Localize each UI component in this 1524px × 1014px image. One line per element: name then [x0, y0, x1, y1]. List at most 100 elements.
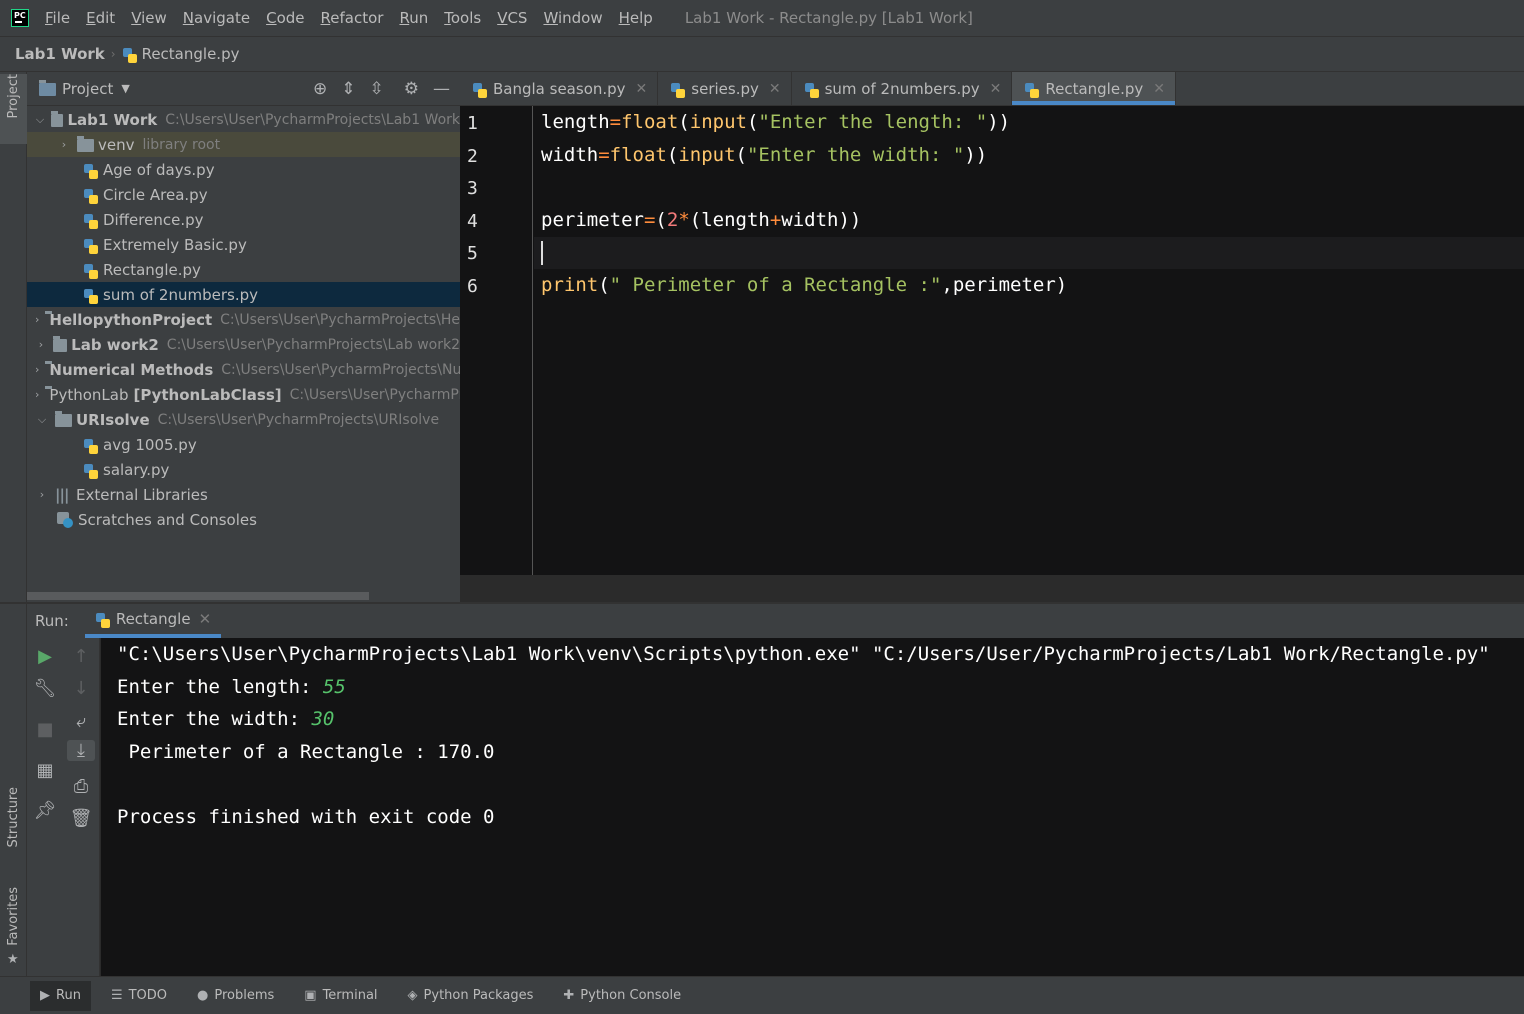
tab-bangla-season[interactable]: Bangla season.py ✕ [460, 72, 659, 105]
tree-item-hellopythonproject[interactable]: › HellopythonProject C:\Users\User\Pycha… [27, 307, 460, 332]
problems-tool-button[interactable]: ● Problems [187, 981, 284, 1011]
breadcrumb-project[interactable]: Lab1 Work [15, 45, 105, 63]
python-packages-tool-button[interactable]: ◈ Python Packages [398, 981, 544, 1011]
line-number: 2 [467, 146, 478, 167]
run-console[interactable]: "C:\Users\User\PycharmProjects\Lab1 Work… [101, 638, 1524, 976]
tree-item-venv[interactable]: › venv library root [27, 132, 460, 157]
run-tool-button[interactable]: ▶ Run [30, 980, 91, 1011]
chevron-right-icon[interactable]: › [35, 363, 39, 376]
chevron-right-icon[interactable]: › [57, 138, 71, 151]
code-token: = [609, 111, 622, 133]
tree-item-label: Scratches and Consoles [78, 510, 257, 529]
menu-edit[interactable]: Edit [86, 9, 115, 27]
tab-series[interactable]: series.py ✕ [658, 72, 792, 105]
console-result: Perimeter of a Rectangle : 170.0 [117, 741, 495, 763]
line-number-gutter: 1 2 3 4 5 6 [460, 106, 533, 575]
menu-tools[interactable]: Tools [444, 9, 481, 27]
menu-run[interactable]: Run [399, 9, 428, 27]
horizontal-scrollbar[interactable] [27, 592, 369, 600]
star-icon: ★ [7, 951, 19, 967]
console-user-input: 30 [311, 708, 335, 730]
menu-code[interactable]: Code [266, 9, 304, 27]
terminal-tool-button[interactable]: ▣ Terminal [294, 981, 387, 1011]
breadcrumb-file[interactable]: Rectangle.py [142, 45, 240, 63]
terminal-icon: ▣ [304, 988, 317, 1003]
menu-file[interactable]: File [45, 9, 70, 27]
hide-panel-icon[interactable]: — [433, 79, 450, 99]
tree-item-external-libraries[interactable]: › ||| External Libraries [27, 482, 460, 507]
tree-item-difference[interactable]: Difference.py [27, 207, 460, 232]
tree-item-scratches[interactable]: Scratches and Consoles [27, 507, 460, 532]
python-console-tool-button[interactable]: ✚ Python Console [553, 981, 691, 1011]
collapse-all-icon[interactable]: ⇳ [370, 79, 384, 99]
run-tab-rectangle[interactable]: Rectangle ✕ [84, 604, 222, 638]
code-token: ( [735, 144, 747, 166]
tree-item-age-of-days[interactable]: Age of days.py [27, 157, 460, 182]
text-caret [541, 241, 543, 265]
tree-item-pythonlab[interactable]: › PythonLab [PythonLabClass] C:\Users\Us… [27, 382, 460, 407]
menu-view[interactable]: View [131, 9, 167, 27]
code-line-6: print(" Perimeter of a Rectangle :",peri… [541, 274, 1067, 296]
menu-help[interactable]: Help [619, 9, 653, 27]
chevron-right-icon[interactable]: › [35, 338, 47, 351]
print-icon[interactable]: ⎙ [63, 776, 99, 797]
chevron-down-icon[interactable]: ⌵ [35, 413, 49, 427]
code-editor[interactable]: 1 2 3 4 5 6 length=float(input("Enter th… [460, 106, 1524, 575]
window-title: Lab1 Work - Rectangle.py [Lab1 Work] [684, 9, 973, 27]
tree-item-lab1-work[interactable]: ⌵ Lab1 Work C:\Users\User\PycharmProject… [27, 107, 460, 132]
stop-icon: ■ [36, 719, 54, 740]
chevron-down-icon[interactable]: ⌵ [35, 113, 45, 127]
locate-file-icon[interactable]: ⊕ [313, 79, 327, 99]
tree-item-extremely-basic[interactable]: Extremely Basic.py [27, 232, 460, 257]
project-view-selector[interactable]: Project [62, 80, 113, 98]
console-user-input: 55 [322, 676, 346, 698]
structure-tool-button[interactable]: Structure [0, 787, 27, 867]
tree-item-lab-work2[interactable]: › Lab work2 C:\Users\User\PycharmProject… [27, 332, 460, 357]
tab-rectangle[interactable]: Rectangle.py ✕ [1012, 72, 1176, 105]
tab-label: Bangla season.py [493, 79, 626, 98]
close-icon[interactable]: ✕ [990, 81, 1002, 97]
wrench-icon[interactable]: 🔧︎ [27, 678, 63, 699]
tree-item-circle-area[interactable]: Circle Area.py [27, 182, 460, 207]
favorites-tool-button[interactable]: Favorites ★ [0, 887, 27, 967]
chevron-right-icon[interactable]: › [35, 488, 49, 501]
pin-icon[interactable]: 📌︎ [27, 800, 63, 821]
soft-wrap-icon[interactable]: ⤶ [63, 711, 99, 732]
tree-item-avg-1005[interactable]: avg 1005.py [27, 432, 460, 457]
tree-item-numerical-methods[interactable]: › Numerical Methods C:\Users\User\Pychar… [27, 357, 460, 382]
chevron-right-icon[interactable]: › [35, 388, 39, 401]
scroll-to-end-icon[interactable]: ⤓ [67, 740, 95, 761]
expand-all-icon[interactable]: ⇕ [341, 79, 355, 99]
chevron-right-icon[interactable]: › [35, 313, 39, 326]
line-number: 6 [467, 276, 478, 297]
layout-icon[interactable]: ▦ [27, 760, 63, 781]
close-icon[interactable]: ✕ [769, 81, 781, 97]
close-icon[interactable]: ✕ [636, 81, 648, 97]
project-view-icon [39, 80, 56, 96]
python-file-icon [83, 438, 99, 455]
menu-navigate[interactable]: Navigate [183, 9, 250, 27]
rerun-icon[interactable]: ▶ [27, 646, 63, 667]
tab-sum-of-2numbers[interactable]: sum of 2numbers.py ✕ [792, 72, 1013, 105]
gear-icon[interactable]: ⚙ [404, 79, 419, 99]
menu-window[interactable]: Window [543, 9, 602, 27]
close-icon[interactable]: ✕ [199, 610, 212, 628]
line-number: 5 [467, 243, 478, 264]
menu-refactor[interactable]: Refactor [321, 9, 384, 27]
todo-tool-button[interactable]: ☰ TODO [101, 981, 177, 1011]
project-tool-button[interactable]: Project [0, 74, 27, 144]
trash-icon[interactable]: 🗑︎ [63, 808, 99, 829]
code-token: )) [987, 111, 1011, 133]
menu-vcs[interactable]: VCS [497, 9, 527, 27]
chevron-down-icon[interactable]: ▼ [121, 82, 129, 95]
tree-item-salary[interactable]: salary.py [27, 457, 460, 482]
tree-item-urisolve[interactable]: ⌵ URIsolve C:\Users\User\PycharmProjects… [27, 407, 460, 432]
code-token: "Enter the width: " [746, 144, 965, 166]
close-icon[interactable]: ✕ [1153, 81, 1165, 97]
tree-item-sum-of-2numbers[interactable]: sum of 2numbers.py [27, 282, 460, 307]
tab-label: sum of 2numbers.py [824, 79, 980, 98]
favorites-stripe-label: Favorites [6, 887, 21, 946]
code-token: width)) [781, 209, 862, 231]
arrow-down-icon: ↓ [73, 678, 89, 699]
tree-item-rectangle[interactable]: Rectangle.py [27, 257, 460, 282]
